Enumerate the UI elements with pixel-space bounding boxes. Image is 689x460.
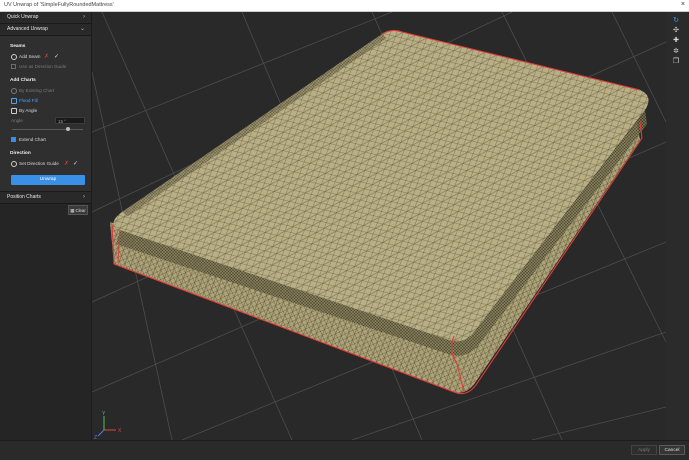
3d-viewport[interactable]: X Y Z	[92, 12, 666, 440]
flood-fill-icon	[11, 97, 17, 104]
title-bar: UV Unwrap of 'SimpleFullyRoundedMattress…	[0, 0, 689, 12]
chevron-right-icon: ›	[83, 194, 85, 200]
direction-heading: Direction	[10, 151, 31, 156]
use-direction-guide-label: Use as Direction Guide	[19, 64, 67, 69]
axis-y-label: Y	[102, 411, 106, 417]
flood-fill-tool[interactable]: Flood Fill	[0, 96, 91, 106]
quick-unwrap-header[interactable]: Quick Unwrap ›	[0, 12, 91, 24]
seam-icon	[11, 53, 17, 60]
angle-icon	[11, 107, 17, 114]
axis-x-label: X	[118, 428, 122, 434]
layers-icon[interactable]: ❐	[671, 58, 681, 66]
angle-slider[interactable]	[12, 126, 83, 133]
advanced-unwrap-label: Advanced Unwrap	[7, 26, 48, 32]
refresh-icon[interactable]: ↻	[671, 17, 681, 25]
remove-seam-icon[interactable]: ✗	[44, 52, 49, 62]
add-charts-heading: Add Charts	[10, 78, 36, 83]
extend-chart-label: Extend Chart	[19, 137, 46, 142]
cancel-button[interactable]: Cancel	[659, 445, 685, 455]
window-title: UV Unwrap of 'SimpleFullyRoundedMattress…	[4, 2, 114, 8]
viewport-canvas[interactable]: X Y Z	[92, 12, 666, 440]
axis-gizmo: X Y Z	[94, 411, 122, 440]
angle-row: Angle 15 °	[0, 116, 91, 126]
by-existing-chart-label: By Existing Chart	[19, 88, 55, 93]
settings-icon[interactable]: ✲	[671, 48, 681, 56]
set-direction-guide-label: Set Direction Guide	[19, 161, 59, 166]
left-panel: Quick Unwrap › Advanced Unwrap ⌄ Seams A…	[0, 12, 92, 440]
clear-button[interactable]: ▦ Clear	[68, 205, 88, 215]
extend-chart-checkbox[interactable]	[11, 137, 16, 143]
pin-icon[interactable]: ✚	[671, 37, 681, 45]
angle-input[interactable]: 15 °	[55, 117, 85, 124]
use-direction-guide-option[interactable]: Use as Direction Guide	[0, 62, 91, 72]
fit-view-icon[interactable]: ✣	[671, 27, 681, 35]
close-icon[interactable]: ×	[681, 1, 685, 8]
flood-fill-label: Flood Fill	[19, 98, 38, 103]
advanced-unwrap-body: Seams Add Seam ✗ ✓ Use as Direction Guid…	[0, 36, 91, 192]
clear-icon: ▦	[70, 208, 75, 213]
quick-unwrap-label: Quick Unwrap	[7, 14, 39, 20]
apply-button[interactable]: Apply	[631, 445, 657, 455]
viewport-toolbar: ↻ ✣ ✚ ✲ ❐	[667, 12, 689, 440]
clear-button-label: Clear	[75, 208, 86, 213]
unwrap-button[interactable]: Unwrap	[11, 175, 85, 185]
by-existing-chart-tool[interactable]: By Existing Chart	[0, 86, 91, 96]
extend-chart-option[interactable]: Extend Chart	[0, 135, 91, 145]
use-direction-guide-checkbox[interactable]	[11, 64, 16, 70]
footer-bar: Apply Cancel	[0, 440, 689, 460]
by-angle-tool[interactable]: By Angle	[0, 106, 91, 116]
by-angle-label: By Angle	[19, 108, 38, 113]
mattress-mesh[interactable]	[110, 29, 649, 395]
position-charts-label: Position Charts	[7, 194, 41, 200]
seams-heading: Seams	[10, 44, 26, 49]
remove-direction-icon[interactable]: ✗	[64, 159, 69, 169]
angle-slider-track	[12, 129, 83, 130]
advanced-unwrap-header[interactable]: Advanced Unwrap ⌄	[0, 24, 91, 36]
chevron-down-icon: ⌄	[79, 26, 85, 32]
add-seam-label: Add Seam	[19, 54, 41, 59]
set-direction-guide-tool[interactable]: Set Direction Guide ✗ ✓	[0, 159, 91, 169]
confirm-direction-icon[interactable]: ✓	[73, 159, 78, 169]
direction-guide-icon	[11, 160, 17, 167]
angle-label: Angle	[11, 118, 23, 123]
add-seam-tool[interactable]: Add Seam ✗ ✓	[0, 52, 91, 62]
existing-chart-icon	[11, 87, 17, 94]
angle-slider-thumb[interactable]	[66, 127, 70, 131]
confirm-seam-icon[interactable]: ✓	[54, 52, 59, 62]
chevron-right-icon: ›	[83, 14, 85, 20]
position-charts-header[interactable]: Position Charts ›	[0, 192, 91, 204]
